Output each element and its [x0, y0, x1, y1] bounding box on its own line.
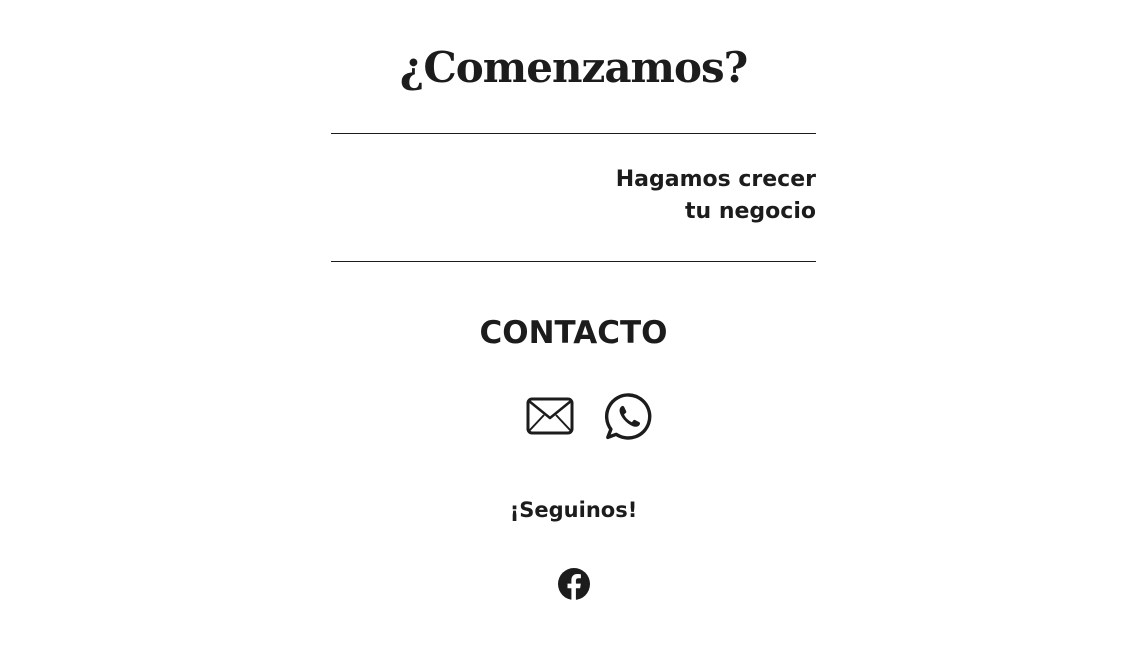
- facebook-link[interactable]: [557, 567, 591, 601]
- facebook-icon: [558, 568, 590, 601]
- page-title: ¿Comenzamos?: [399, 43, 749, 92]
- follow-heading: ¡Seguinos!: [509, 498, 638, 522]
- contact-heading: CONTACTO: [479, 315, 668, 351]
- email-link[interactable]: [525, 393, 575, 439]
- whatsapp-link[interactable]: [604, 392, 654, 442]
- tagline-line-2: tu negocio: [685, 199, 816, 224]
- tagline: Hagamos crecer tu negocio: [616, 164, 816, 228]
- divider-bottom: [331, 261, 816, 262]
- envelope-icon: [526, 397, 574, 435]
- tagline-line-1: Hagamos crecer: [615, 167, 816, 192]
- divider-top: [331, 133, 816, 134]
- whatsapp-icon: [604, 393, 652, 440]
